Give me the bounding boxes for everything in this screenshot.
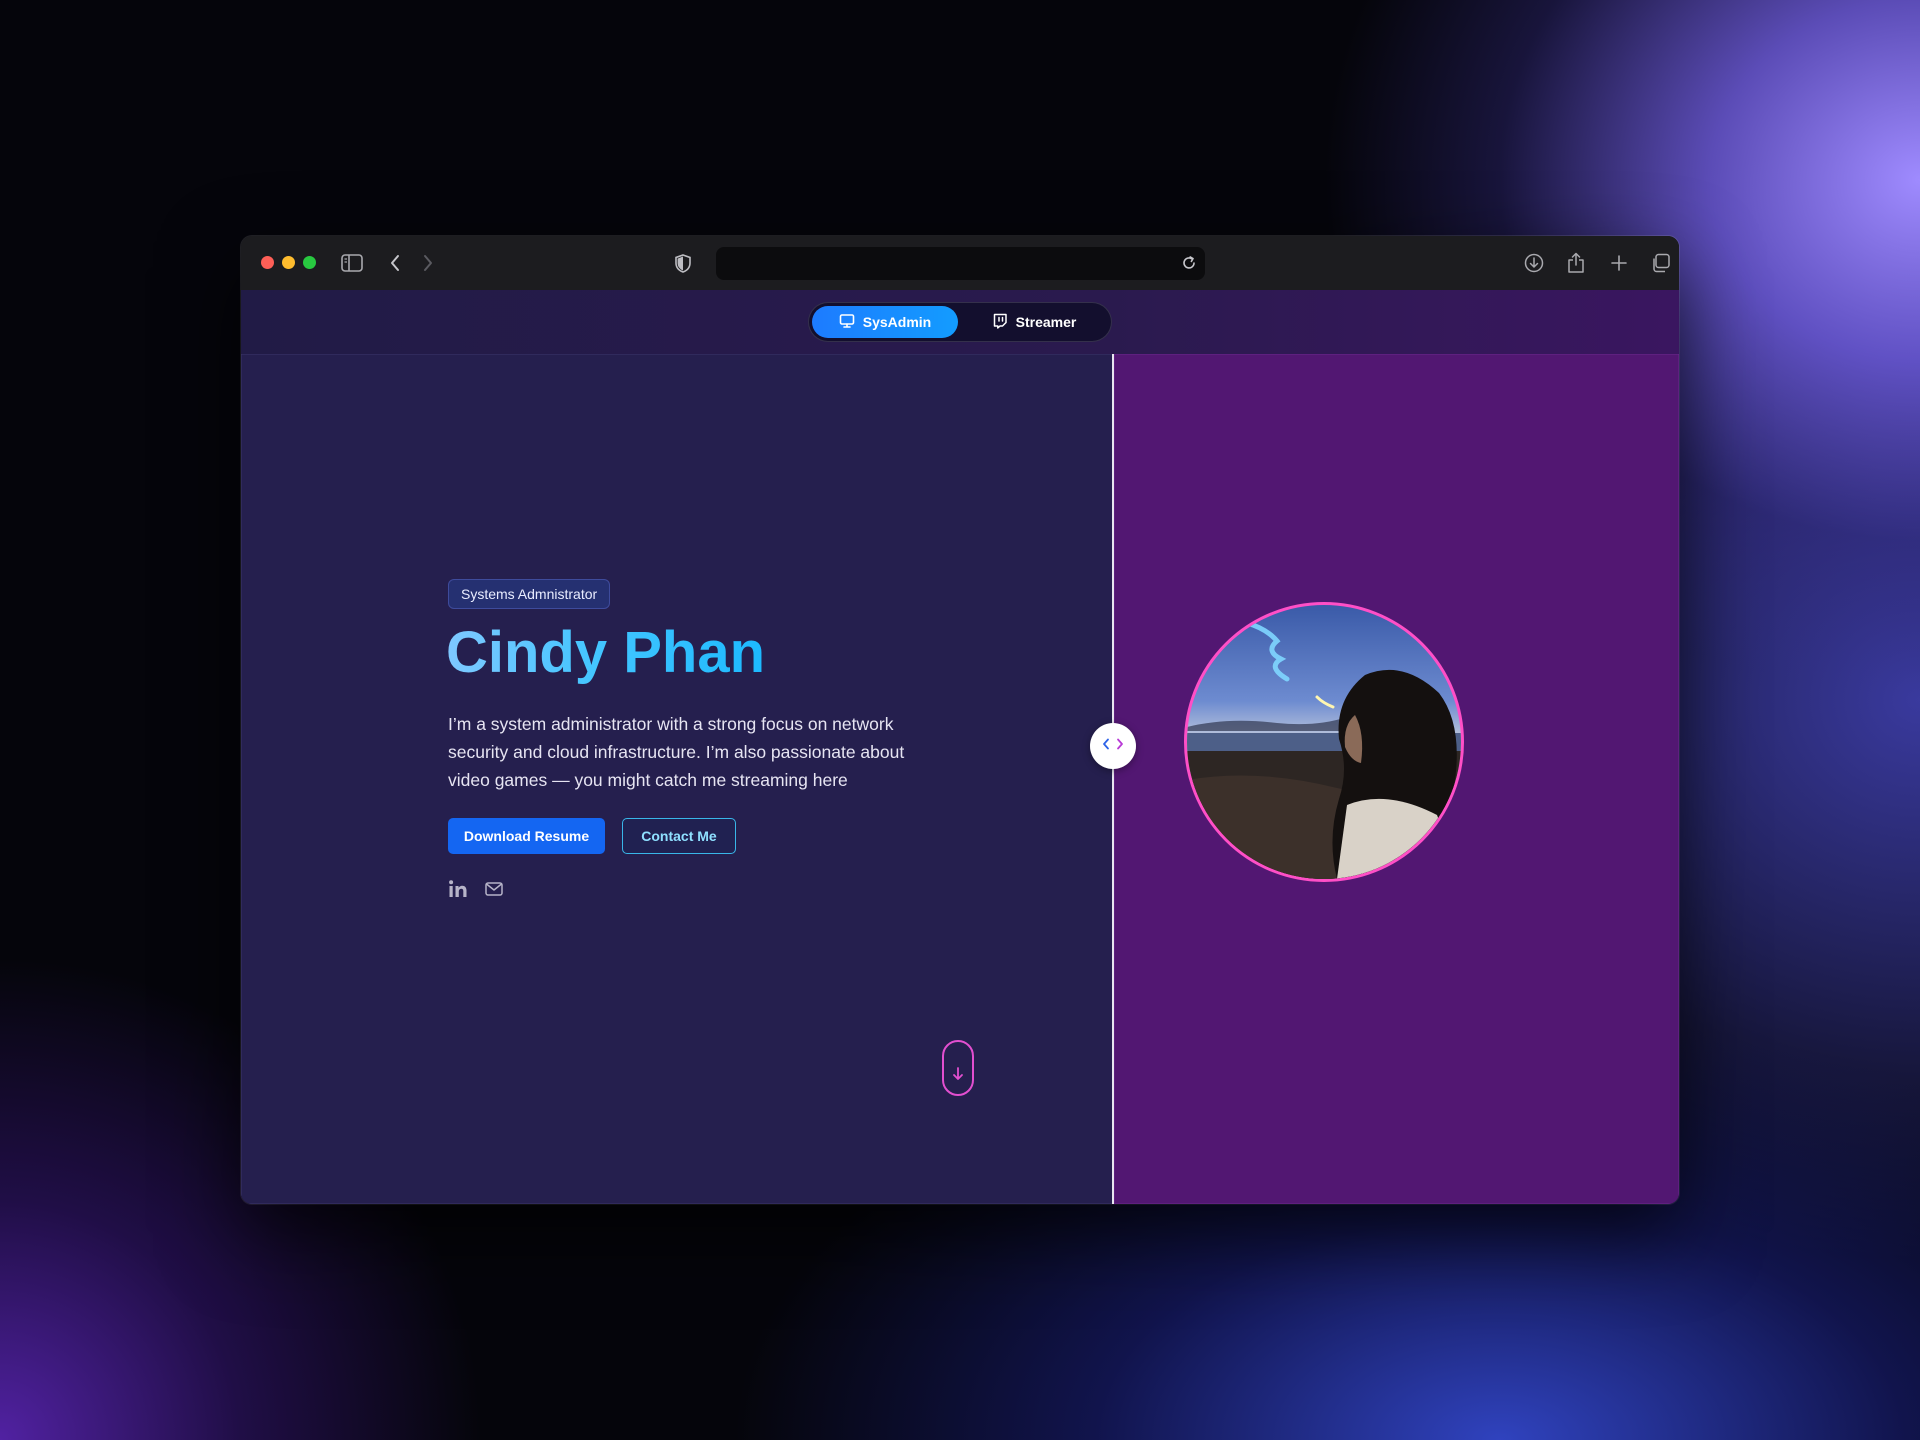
portfolio-page: SysAdmin Streamer Systems Admnistrator C… <box>241 290 1679 1204</box>
minimize-window-button[interactable] <box>282 256 295 269</box>
role-badge: Systems Admnistrator <box>448 579 611 609</box>
new-tab-icon[interactable] <box>1607 251 1631 275</box>
profile-photo <box>1184 602 1464 882</box>
profile-photo-illustration <box>1187 620 1461 879</box>
tabs-overview-icon[interactable] <box>1649 251 1673 275</box>
browser-window: SysAdmin Streamer Systems Admnistrator C… <box>241 236 1679 1204</box>
toggle-sysadmin-label: SysAdmin <box>862 314 932 330</box>
hero-name: Cindy Phan <box>446 618 765 688</box>
mail-icon[interactable] <box>483 878 505 900</box>
address-bar[interactable] <box>716 247 1205 280</box>
shield-icon[interactable] <box>671 251 695 275</box>
toggle-streamer-label: Streamer <box>1015 314 1077 330</box>
arrow-down-icon <box>952 1067 964 1086</box>
chevron-right-icon <box>1116 737 1124 755</box>
hero-bio: I’m a system administrator with a strong… <box>448 714 905 790</box>
twitch-icon <box>992 313 1008 332</box>
browser-toolbar <box>241 236 1679 291</box>
reload-icon[interactable] <box>1179 253 1199 273</box>
top-navbar: SysAdmin Streamer <box>241 290 1679 355</box>
role-toggle: SysAdmin Streamer <box>808 302 1112 342</box>
scroll-down-indicator[interactable] <box>942 1040 974 1096</box>
download-resume-button[interactable]: Download Resume <box>448 818 605 854</box>
toggle-streamer[interactable]: Streamer <box>961 306 1107 338</box>
download-icon[interactable] <box>1522 251 1546 275</box>
monitor-icon <box>839 313 855 332</box>
back-icon[interactable] <box>383 251 407 275</box>
close-window-button[interactable] <box>261 256 274 269</box>
linkedin-icon[interactable] <box>447 878 469 900</box>
compare-slider-handle[interactable] <box>1090 723 1136 769</box>
share-icon[interactable] <box>1564 251 1588 275</box>
compare-divider[interactable] <box>1112 354 1114 1204</box>
zoom-window-button[interactable] <box>303 256 316 269</box>
sidebar-icon[interactable] <box>340 251 364 275</box>
chevron-left-icon <box>1102 737 1110 755</box>
toggle-sysadmin[interactable]: SysAdmin <box>812 306 958 338</box>
forward-icon[interactable] <box>416 251 440 275</box>
contact-me-button[interactable]: Contact Me <box>622 818 736 854</box>
